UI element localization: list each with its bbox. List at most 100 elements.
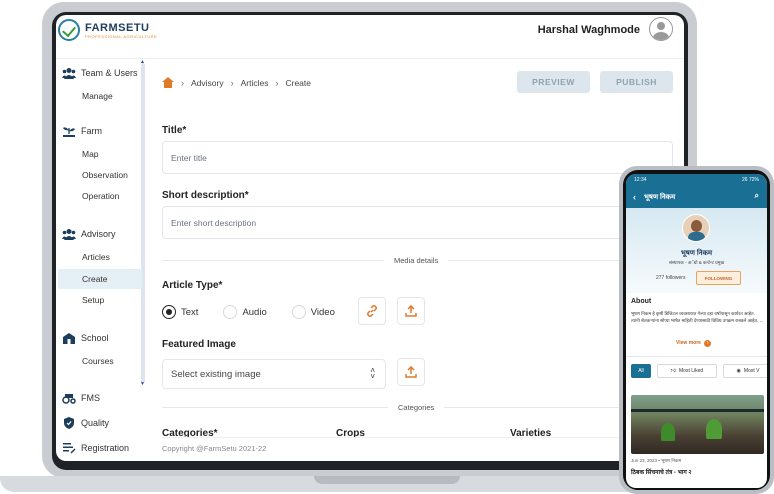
sidebar-section-label: Advisory [81, 229, 116, 239]
following-button[interactable]: FOLLOWING [696, 271, 741, 285]
radio-label: Text [181, 306, 199, 318]
chevron-right-icon: › [181, 77, 184, 88]
profile-avatar [682, 214, 710, 242]
fms-icon [62, 394, 76, 404]
about-text: भूषण निकम हे कृषी डिजिटल व्यवसायात गेल्य… [631, 311, 764, 323]
top-bar: FARMSETU PROFESSIONAL AGRICULTURE Harsha… [56, 15, 684, 59]
sidebar-item-operation[interactable]: Operation [82, 191, 119, 201]
radio-audio[interactable] [223, 305, 238, 319]
featured-image-label: Featured Image [162, 339, 236, 350]
upload-image-button[interactable] [397, 358, 425, 386]
app-logo[interactable]: FARMSETU PROFESSIONAL AGRICULTURE [58, 19, 157, 41]
featured-image-select[interactable]: Select existing image ˄ ˅ [162, 359, 386, 389]
avatar[interactable] [649, 17, 673, 41]
logo-name: FARMSETU [85, 21, 150, 34]
short-description-label: Short description* [162, 190, 249, 201]
divider [626, 356, 767, 357]
users-icon [62, 229, 76, 240]
sidebar: ▲ ▼ Team & Users Manage Farm Map Observa… [56, 59, 148, 461]
sidebar-item-manage[interactable]: Manage [82, 91, 113, 101]
upload-icon [405, 366, 417, 378]
status-bar: 12:34 26 72% [626, 174, 767, 186]
title-label: Title* [162, 125, 187, 136]
view-more-link[interactable]: View more › [676, 340, 712, 347]
chevron-right-icon: › [230, 77, 234, 88]
select-value: Select existing image [171, 368, 261, 380]
sidebar-section-label: Team & Users [81, 68, 138, 78]
article-type-radio-group: Text Audio Video [162, 305, 335, 319]
main-content: › Advisory › Articles › Create PREVIEW P… [162, 59, 684, 461]
upload-button[interactable] [397, 297, 425, 325]
publish-button[interactable]: PUBLISH [600, 71, 673, 93]
chevron-down-icon: › [704, 340, 712, 347]
phone-title: भूषण निकम [644, 193, 676, 201]
scroll-down-icon[interactable]: ▼ [140, 381, 145, 387]
article-type-label: Article Type* [162, 280, 223, 291]
breadcrumb-item: Create [285, 77, 311, 88]
title-input[interactable]: Enter title [162, 141, 673, 174]
sidebar-section-label: School [81, 333, 109, 343]
thumbs-up-icon: 👍︎ [670, 368, 677, 374]
media-details-heading: Media details [384, 256, 449, 265]
sidebar-item-courses[interactable]: Courses [82, 356, 114, 366]
sidebar-item-create[interactable]: Create [82, 274, 108, 284]
preview-button[interactable]: PREVIEW [517, 71, 590, 93]
followers-count: 277 followers [656, 275, 686, 281]
user-name[interactable]: Harshal Waghmode [538, 24, 640, 36]
radio-text[interactable] [162, 305, 176, 319]
sidebar-scrollbar[interactable] [141, 63, 145, 383]
school-icon [63, 333, 75, 344]
sidebar-section-label: Farm [81, 126, 102, 136]
breadcrumb-item[interactable]: Advisory [191, 78, 224, 88]
laptop-screen: FARMSETU PROFESSIONAL AGRICULTURE Harsha… [56, 15, 684, 461]
sidebar-section-label: Quality [81, 418, 110, 428]
users-icon [62, 68, 76, 79]
filter-chip-all[interactable]: All [631, 364, 651, 378]
phone-screen: 12:34 26 72% ‹ भूषण निकम ⌕ भूषण निकम संस… [626, 174, 767, 488]
logo-tagline: PROFESSIONAL AGRICULTURE [85, 33, 158, 39]
home-icon[interactable] [162, 77, 174, 88]
sidebar-section-school[interactable]: School [62, 332, 109, 344]
sidebar-item-map[interactable]: Map [82, 149, 99, 159]
search-icon[interactable]: ⌕ [755, 191, 759, 201]
sidebar-item-articles[interactable]: Articles [82, 252, 110, 262]
profile-role: संस्थापक - अॅग्रो & कन्टेन्ट प्रमुख [668, 260, 725, 265]
radio-label: Audio [242, 306, 267, 318]
status-time: 12:34 [634, 177, 647, 183]
categories-heading: Categories [388, 403, 445, 412]
registration-icon [63, 443, 76, 454]
eye-icon: ◉ [736, 368, 741, 374]
chevron-right-icon: › [275, 77, 279, 88]
breadcrumb: › Advisory › Articles › Create [162, 77, 311, 88]
post-meta: Jun 23, 2023 • भूषण निकम [631, 458, 682, 463]
profile-name: भूषण निकम [680, 250, 713, 257]
post-image[interactable] [631, 395, 764, 454]
sidebar-section-quality[interactable]: Quality [62, 417, 109, 429]
radio-label: Video [310, 306, 335, 318]
sidebar-section-label: Registration [81, 443, 130, 453]
sidebar-section-fms[interactable]: FMS [62, 392, 100, 404]
sidebar-section-farm[interactable]: Farm [62, 125, 102, 137]
chevron-up-down-icon: ˄ ˅ [370, 366, 375, 381]
sidebar-section-advisory[interactable]: Advisory [62, 228, 116, 240]
filter-chip-most-viewed[interactable]: ◉ Most V [723, 364, 767, 378]
device-mockup: FARMSETU PROFESSIONAL AGRICULTURE Harsha… [0, 0, 774, 494]
radio-video[interactable] [291, 305, 306, 319]
post-title[interactable]: ठिबक सिंचनाचे तंत्र - भाग २ [631, 468, 692, 476]
back-arrow-icon[interactable]: ‹ [633, 192, 636, 202]
link-button[interactable] [358, 297, 386, 325]
sidebar-section-label: FMS [81, 393, 100, 403]
breadcrumb-item[interactable]: Articles [241, 78, 269, 88]
laptop-notch [314, 476, 460, 484]
chip-label: Most V [743, 368, 760, 374]
view-more-label: View more [676, 340, 701, 346]
link-icon [367, 305, 377, 317]
sidebar-item-observation[interactable]: Observation [82, 170, 128, 180]
short-description-input[interactable]: Enter short description [162, 206, 673, 239]
filter-chip-most-liked[interactable]: 👍︎ Most Liked [657, 364, 717, 378]
sidebar-section-team-users[interactable]: Team & Users [62, 67, 138, 79]
sidebar-section-registration[interactable]: Registration [62, 442, 129, 454]
chip-label: Most Liked [679, 368, 704, 374]
upload-icon [405, 305, 417, 317]
sidebar-item-setup[interactable]: Setup [82, 295, 104, 305]
